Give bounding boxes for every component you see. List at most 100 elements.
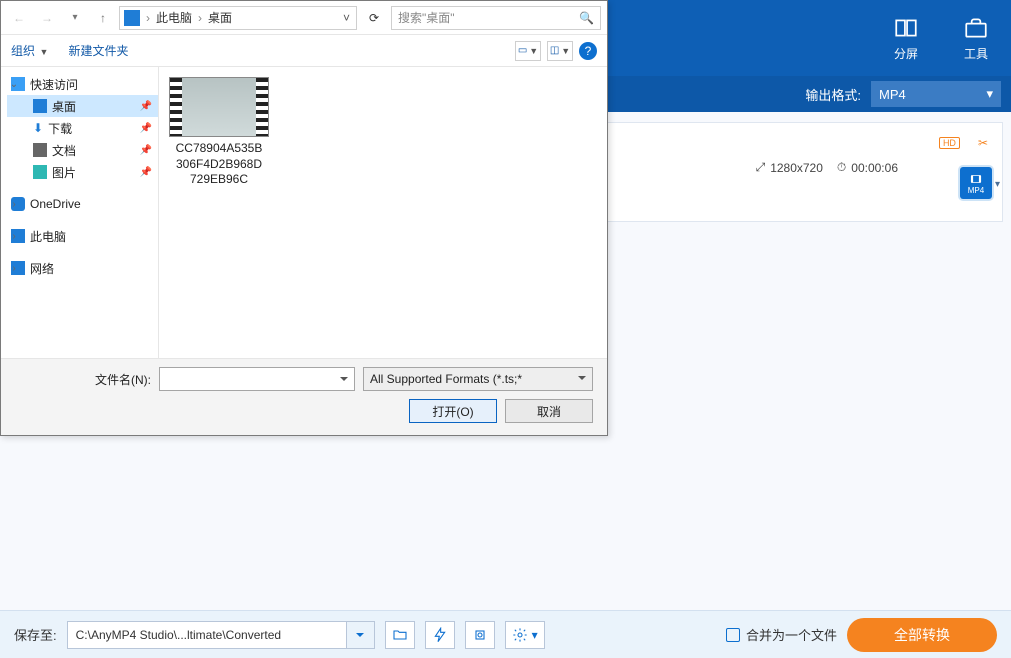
settings-button[interactable]: ▾: [505, 621, 545, 649]
chip-icon: [472, 627, 488, 643]
hd-badge-icon[interactable]: HD: [939, 137, 960, 149]
gear-icon: [512, 627, 528, 643]
document-icon: [33, 143, 47, 157]
expand-icon: ⤢: [756, 160, 766, 175]
new-folder-button[interactable]: 新建文件夹: [68, 42, 128, 59]
media-resolution: ⤢ 1280x720: [756, 160, 823, 175]
chevron-down-icon[interactable]: ▾: [63, 6, 87, 30]
pin-icon: 📌: [140, 145, 152, 156]
pc-icon: [124, 10, 140, 26]
toolbox-icon: [963, 15, 989, 41]
open-button[interactable]: 打开(O): [409, 399, 497, 423]
tree-desktop[interactable]: 桌面📌: [7, 95, 158, 117]
nav-back-icon[interactable]: ←: [7, 6, 31, 30]
tree-network[interactable]: › 网络: [7, 257, 158, 279]
tree-label: 文档: [52, 142, 76, 159]
tree-label: 网络: [30, 260, 54, 277]
pin-icon: 📌: [140, 123, 152, 134]
help-icon[interactable]: ?: [579, 42, 597, 60]
save-path-chevron-icon[interactable]: [347, 621, 375, 649]
pictures-icon: [33, 165, 47, 179]
tree-documents[interactable]: 文档 📌: [7, 139, 158, 161]
tree-pictures[interactable]: 图片📌: [7, 161, 158, 183]
file-item[interactable]: CC78904A535B 306F4D2B968D 729EB96C: [169, 77, 269, 188]
open-button-label: 打开(O): [432, 403, 473, 420]
organize-label: 组织: [11, 44, 35, 58]
toolbar-split[interactable]: 分屏: [871, 0, 941, 76]
refresh-icon[interactable]: ⟳: [361, 6, 387, 30]
open-folder-button[interactable]: [385, 621, 415, 649]
thumbnail-icon: ▭: [518, 45, 527, 56]
format-tag-chevron-icon[interactable]: ▾: [995, 179, 1000, 190]
chevron-down-icon: ▼: [529, 46, 538, 56]
chevron-right-icon: ›: [146, 11, 150, 25]
convert-all-button[interactable]: 全部转换: [847, 618, 997, 652]
format-tag-text: MP4: [968, 186, 984, 195]
clock-icon: ⏱: [837, 160, 846, 175]
pin-icon: 📌: [140, 101, 152, 112]
bottom-bar: 保存至: C:\AnyMP4 Studio\...ltimate\Convert…: [0, 610, 1011, 658]
tree-this-pc[interactable]: › 此电脑: [7, 225, 158, 247]
tree-downloads[interactable]: ⬇下载📌: [7, 117, 158, 139]
folder-icon: [392, 627, 408, 643]
chevron-down-icon: ▼: [561, 46, 570, 56]
file-name-line: 729EB96C: [169, 172, 269, 188]
media-resolution-value: 1280x720: [770, 161, 823, 175]
search-icon: 🔍: [579, 11, 594, 25]
expand-icon[interactable]: ›: [9, 231, 19, 242]
merge-label: 合并为一个文件: [746, 625, 837, 644]
expand-icon[interactable]: ›: [9, 199, 19, 210]
convert-button-label: 全部转换: [894, 625, 950, 645]
toolbar-tools[interactable]: 工具: [941, 0, 1011, 76]
save-path-value[interactable]: C:\AnyMP4 Studio\...ltimate\Converted: [67, 621, 347, 649]
merge-checkbox[interactable]: 合并为一个文件: [726, 625, 837, 644]
expand-icon[interactable]: ⌄: [9, 79, 19, 90]
gpu-button[interactable]: [465, 621, 495, 649]
split-icon: [893, 15, 919, 41]
file-type-filter[interactable]: All Supported Formats (*.ts;*: [363, 367, 593, 391]
dialog-nav-bar: ← → ▾ ↑ › 此电脑 › 桌面 ˅ ⟳ 搜索"桌面" 🔍: [1, 1, 607, 35]
dialog-footer: 文件名(N): All Supported Formats (*.ts;* 打开…: [1, 358, 607, 435]
output-format-tag[interactable]: MP4: [960, 167, 992, 199]
nav-forward-icon[interactable]: →: [35, 6, 59, 30]
chevron-down-icon: ▾: [986, 86, 993, 102]
checkbox-icon: [726, 628, 740, 642]
preview-pane-button[interactable]: ◫ ▼: [547, 41, 573, 61]
crumb-root[interactable]: 此电脑: [156, 9, 192, 26]
breadcrumb[interactable]: › 此电脑 › 桌面 ˅: [119, 6, 357, 30]
crumb-leaf[interactable]: 桌面: [208, 9, 232, 26]
tree-label: 此电脑: [30, 228, 66, 245]
output-format-label: 输出格式:: [805, 85, 861, 104]
video-icon: [969, 172, 983, 186]
cancel-button[interactable]: 取消: [505, 399, 593, 423]
save-path-combo[interactable]: C:\AnyMP4 Studio\...ltimate\Converted: [67, 621, 375, 649]
tree-label: 下载: [48, 120, 72, 137]
pin-icon: 📌: [140, 167, 152, 178]
lightning-icon: [432, 627, 448, 643]
expand-icon[interactable]: ›: [9, 263, 19, 274]
filter-value: All Supported Formats (*.ts;*: [370, 372, 522, 386]
tree-onedrive[interactable]: ›OneDrive: [7, 193, 158, 215]
organize-menu[interactable]: 组织 ▼: [11, 42, 48, 59]
output-format-value: MP4: [879, 87, 906, 102]
file-grid[interactable]: CC78904A535B 306F4D2B968D 729EB96C: [159, 67, 607, 358]
hw-accel-button[interactable]: [425, 621, 455, 649]
chevron-right-icon: ›: [198, 11, 202, 25]
toolbar-split-label: 分屏: [894, 45, 918, 62]
search-input[interactable]: 搜索"桌面" 🔍: [391, 6, 601, 30]
file-name-line: 306F4D2B968D: [169, 157, 269, 173]
video-thumbnail-icon: [169, 77, 269, 137]
trim-icon[interactable]: ✂: [978, 136, 988, 150]
media-duration-value: 00:00:06: [851, 161, 898, 175]
cancel-button-label: 取消: [537, 403, 561, 420]
view-mode-button[interactable]: ▭ ▼: [515, 41, 541, 61]
chevron-down-icon[interactable]: ˅: [343, 11, 350, 25]
desktop-icon: [33, 99, 47, 113]
output-format-select[interactable]: MP4 ▾: [871, 81, 1001, 107]
search-placeholder: 搜索"桌面": [398, 9, 455, 26]
folder-tree: ⌄快速访问 桌面📌 ⬇下载📌 文档📌 图片📌 ›OneDrive ›此电脑 ›网…: [1, 67, 159, 358]
nav-up-icon[interactable]: ↑: [91, 6, 115, 30]
tree-label: 快速访问: [30, 76, 78, 93]
tree-quick-access[interactable]: ⌄ 快速访问: [7, 73, 158, 95]
filename-input[interactable]: [159, 367, 355, 391]
